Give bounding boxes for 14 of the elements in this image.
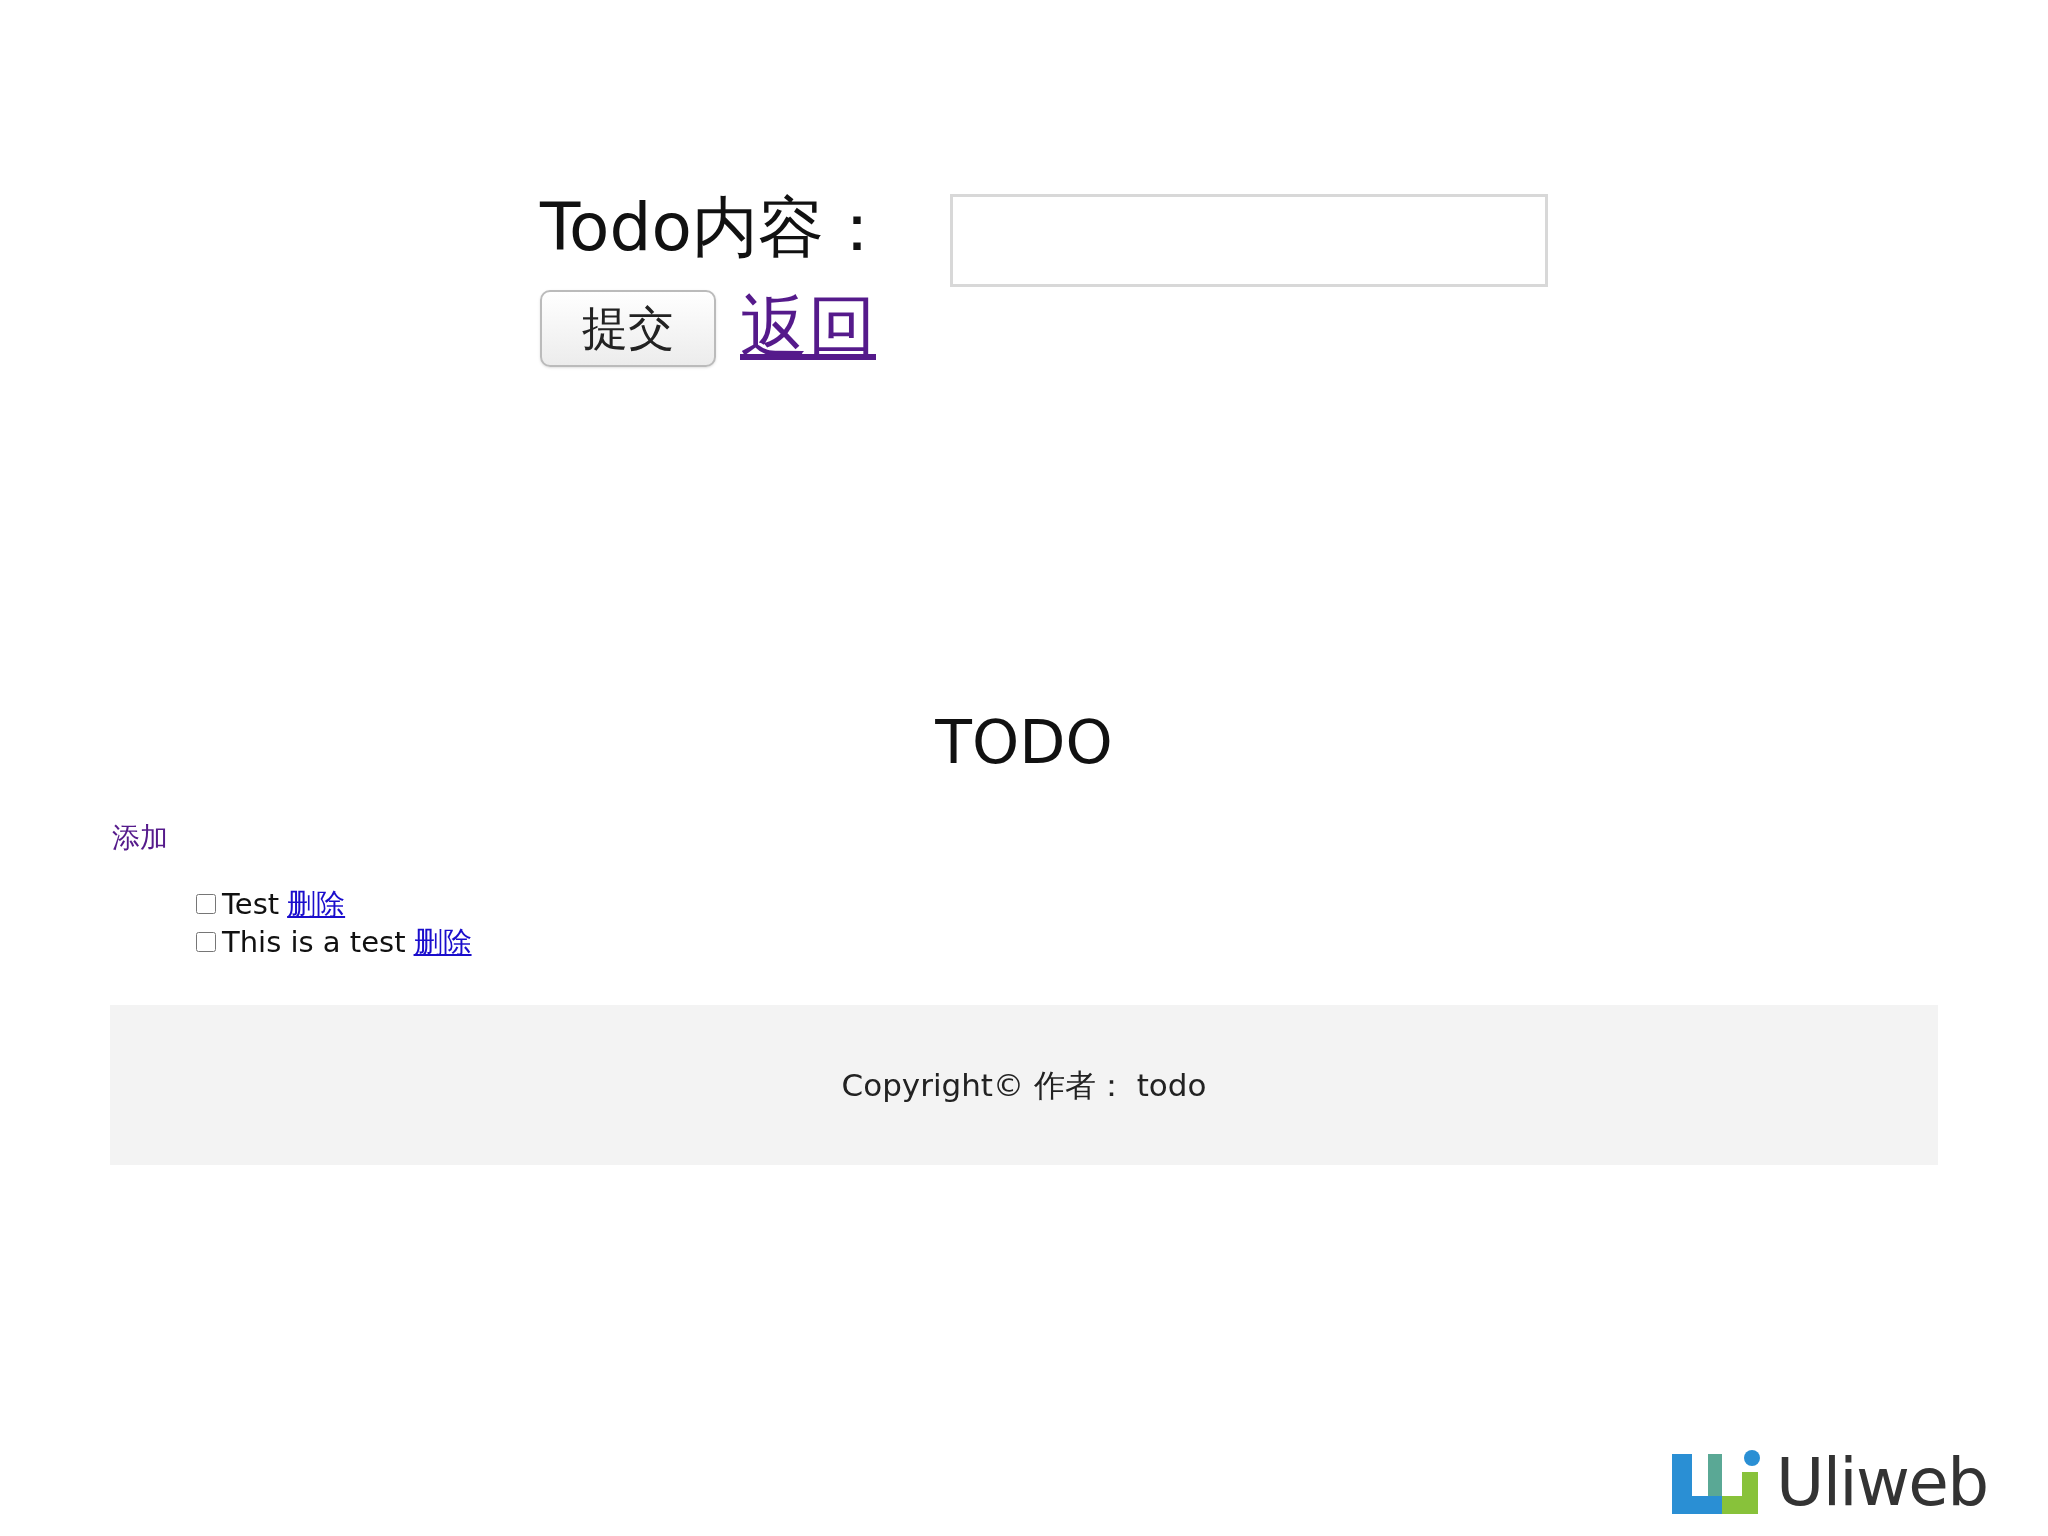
- todo-label: Todo内容：: [540, 190, 890, 266]
- todo-text: Test: [222, 886, 280, 923]
- todo-text: This is a test: [222, 924, 406, 961]
- todo-input-field[interactable]: [949, 194, 1548, 287]
- delete-link[interactable]: 删除: [413, 923, 472, 961]
- copyright-text: Copyright© 作者： todo: [841, 1065, 1207, 1105]
- todo-checkbox[interactable]: [196, 932, 216, 952]
- submit-button[interactable]: 提交: [540, 290, 716, 367]
- logo-wordmark: Uliweb: [1776, 1448, 1988, 1518]
- todo-checkbox[interactable]: [196, 894, 216, 914]
- back-link[interactable]: 返回: [740, 287, 876, 367]
- delete-link[interactable]: 删除: [287, 885, 346, 923]
- page-heading: TODO: [935, 707, 1113, 777]
- add-link[interactable]: 添加: [112, 821, 168, 854]
